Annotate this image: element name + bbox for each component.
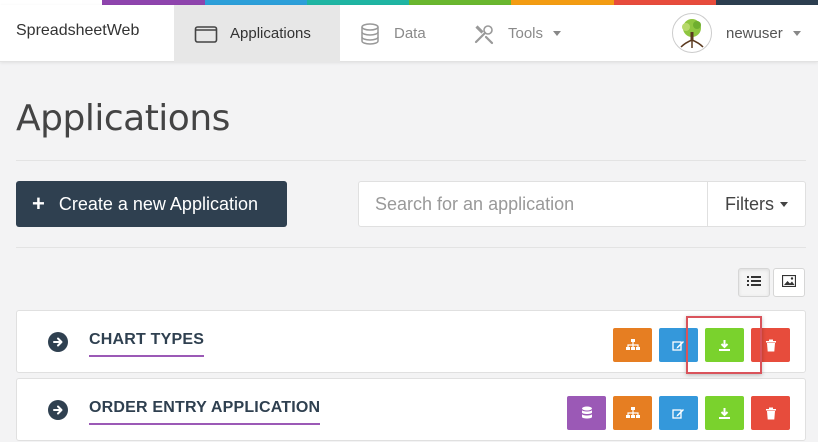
page-title: Applications: [16, 98, 230, 139]
image-view-icon: [781, 274, 797, 292]
nav-data[interactable]: Data: [358, 5, 426, 62]
plus-icon: +: [32, 191, 45, 216]
list-view-icon: [747, 274, 761, 292]
edit-icon: [672, 340, 684, 351]
hierarchy-button[interactable]: [613, 396, 652, 430]
download-button[interactable]: [705, 396, 744, 430]
chevron-down-icon: [780, 201, 788, 207]
application-name[interactable]: CHART TYPES: [89, 331, 205, 357]
data-button[interactable]: [567, 396, 606, 430]
database-icon: [581, 406, 592, 419]
nav-data-label: Data: [394, 25, 426, 42]
title-divider: [16, 160, 806, 161]
application-row[interactable]: ORDER ENTRY APPLICATION: [16, 378, 806, 441]
user-menu[interactable]: newuser: [672, 13, 801, 53]
search-input[interactable]: [359, 182, 707, 226]
create-application-label: Create a new Application: [58, 193, 258, 214]
brand-logo-text[interactable]: SpreadsheetWeb: [16, 22, 139, 40]
row-actions: [567, 396, 790, 430]
arrow-right-circle-icon[interactable]: [48, 332, 68, 352]
download-icon: [719, 407, 730, 419]
search-group: Filters: [358, 181, 806, 227]
edit-button[interactable]: [659, 396, 698, 430]
database-icon: [358, 22, 382, 46]
toolbar-divider: [16, 247, 806, 248]
hierarchy-icon: [625, 339, 640, 350]
image-view-button[interactable]: [773, 268, 805, 297]
tools-icon: [472, 22, 496, 46]
arrow-right-circle-icon[interactable]: [48, 400, 68, 420]
filters-label: Filters: [725, 193, 774, 214]
list-view-button[interactable]: [738, 268, 770, 297]
chevron-down-icon: [792, 30, 801, 36]
edit-icon: [672, 408, 684, 419]
hierarchy-button[interactable]: [613, 328, 652, 362]
tree-avatar-icon: [672, 13, 712, 53]
trash-icon: [765, 407, 776, 419]
user-name: newuser: [726, 24, 783, 42]
filters-dropdown[interactable]: Filters: [707, 182, 805, 226]
delete-button[interactable]: [751, 396, 790, 430]
chevron-down-icon: [553, 31, 562, 36]
top-navbar: SpreadsheetWeb Applications Data Tools n…: [0, 5, 818, 62]
create-application-button[interactable]: + Create a new Application: [16, 181, 287, 227]
hierarchy-icon: [625, 407, 640, 418]
nav-applications-label: Applications: [230, 25, 311, 42]
nav-tools-label: Tools: [508, 25, 544, 42]
nav-tools-dropdown[interactable]: Tools: [472, 5, 562, 62]
application-name[interactable]: ORDER ENTRY APPLICATION: [89, 399, 321, 425]
trash-icon: [765, 339, 776, 351]
window-icon: [194, 22, 218, 46]
highlight-annotation-box: [686, 316, 762, 374]
nav-applications[interactable]: Applications: [174, 5, 340, 62]
